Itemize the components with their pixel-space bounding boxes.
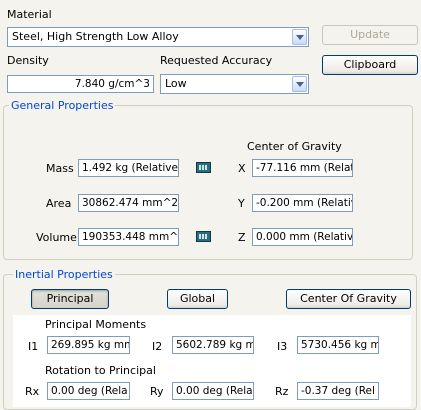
- cog-y-field[interactable]: -0.200 mm (Relativ: [252, 194, 353, 212]
- rx-label: Rx: [25, 385, 40, 398]
- principal-moments-label: Principal Moments: [45, 318, 147, 331]
- area-field[interactable]: 30862.474 mm^2 (: [78, 194, 179, 212]
- chevron-down-icon[interactable]: [292, 29, 307, 45]
- rotation-to-principal-label: Rotation to Principal: [45, 364, 156, 377]
- general-properties-title: General Properties: [9, 99, 116, 112]
- mass-field[interactable]: 1.492 kg (Relative: [78, 159, 179, 177]
- cog-z-field[interactable]: 0.000 mm (Relative: [252, 228, 353, 246]
- update-button[interactable]: Update: [322, 25, 418, 45]
- i3-label: I3: [277, 340, 288, 353]
- accuracy-selected-value: Low: [165, 77, 187, 90]
- tab-global[interactable]: Global: [167, 289, 228, 309]
- material-select[interactable]: Steel, High Strength Low Alloy: [7, 27, 309, 47]
- inertial-properties-title: Inertial Properties: [13, 268, 115, 281]
- cog-x-field[interactable]: -77.116 mm (Relat: [252, 159, 353, 177]
- material-selected-value: Steel, High Strength Low Alloy: [12, 30, 179, 43]
- i3-field[interactable]: 5730.456 kg m: [297, 336, 379, 354]
- tab-principal[interactable]: Principal: [31, 289, 109, 309]
- i2-field[interactable]: 5602.789 kg m: [172, 336, 254, 354]
- z-label: Z: [238, 231, 246, 244]
- i1-field[interactable]: 269.895 kg mm: [47, 336, 130, 354]
- chevron-down-icon[interactable]: [292, 76, 307, 92]
- material-label: Material: [7, 8, 52, 21]
- mass-label: Mass: [46, 162, 74, 175]
- x-label: X: [238, 162, 246, 175]
- density-label: Density: [7, 54, 49, 67]
- calculator-icon[interactable]: [196, 162, 211, 173]
- clipboard-button[interactable]: Clipboard: [322, 55, 418, 75]
- y-label: Y: [238, 197, 245, 210]
- rz-field[interactable]: -0.37 deg (Rel: [297, 382, 379, 400]
- tab-center-of-gravity[interactable]: Center Of Gravity: [286, 289, 411, 309]
- volume-field[interactable]: 190353.448 mm^3: [78, 228, 179, 246]
- accuracy-label: Requested Accuracy: [160, 54, 273, 67]
- rx-field[interactable]: 0.00 deg (Rela: [47, 382, 130, 400]
- accuracy-select[interactable]: Low: [160, 74, 309, 94]
- ry-label: Ry: [150, 385, 164, 398]
- rz-label: Rz: [275, 385, 289, 398]
- i2-label: I2: [152, 340, 163, 353]
- calculator-icon[interactable]: [196, 231, 211, 242]
- density-field[interactable]: 7.840 g/cm^3: [7, 75, 154, 93]
- center-of-gravity-label: Center of Gravity: [247, 140, 342, 153]
- i1-label: I1: [28, 340, 39, 353]
- ry-field[interactable]: 0.00 deg (Rela: [172, 382, 254, 400]
- volume-label: Volume: [36, 231, 77, 244]
- area-label: Area: [46, 197, 72, 210]
